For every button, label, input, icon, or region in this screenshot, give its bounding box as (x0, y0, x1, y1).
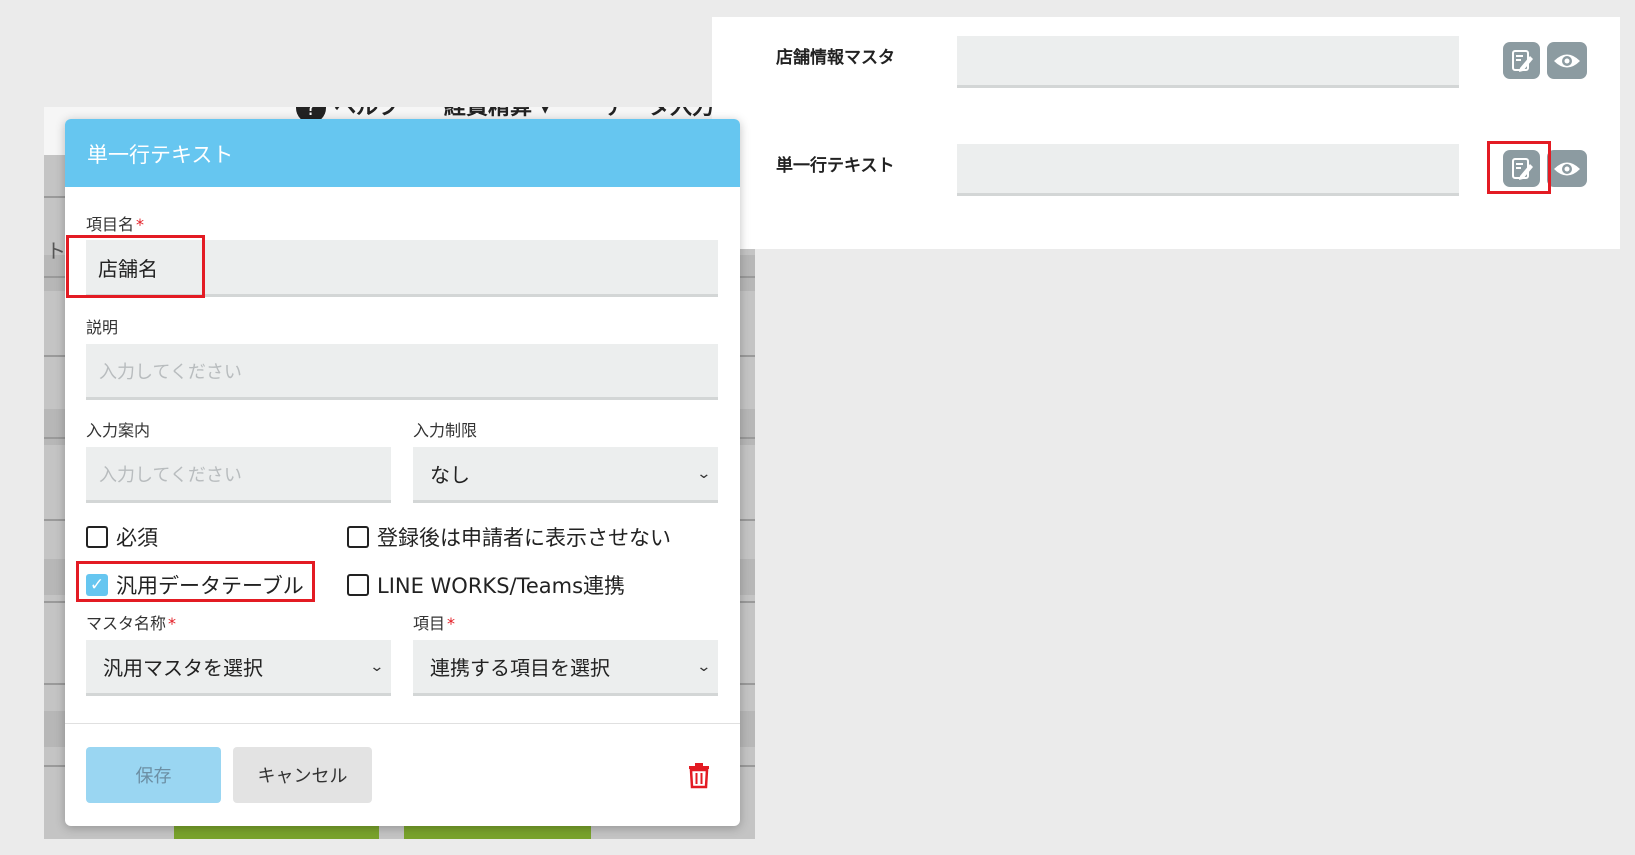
edit-icon (1511, 49, 1533, 72)
required-mark: * (168, 614, 177, 633)
master-name-label: マスタ名称 * (86, 614, 177, 633)
required-mark: * (136, 215, 145, 234)
eye-icon (1554, 162, 1580, 175)
description-placeholder: 入力してください (99, 361, 242, 383)
hide-from-applicant-checkbox[interactable]: 登録後は申請者に表示させない (347, 522, 671, 552)
checkbox-box[interactable] (347, 574, 369, 596)
check-icon[interactable]: ✓ (86, 574, 108, 596)
input-limit-value: なし (430, 463, 470, 487)
field-list-panel: 店舗情報マスタ 単一行テキスト (712, 17, 1620, 249)
cancel-button[interactable]: キャンセル (233, 747, 372, 803)
required-checkbox[interactable]: 必須 (86, 522, 158, 552)
item-name-value: 店舗名 (98, 256, 158, 281)
input-guide-input[interactable]: 入力してください (86, 447, 391, 503)
delete-button[interactable] (687, 761, 711, 793)
field-row-preview (957, 144, 1459, 196)
save-button[interactable]: 保存 (86, 747, 221, 803)
item-name-input[interactable]: 店舗名 (86, 240, 718, 297)
field-row-single-line-text: 単一行テキスト (712, 125, 1620, 196)
input-limit-select[interactable]: なし ⌄ (413, 447, 718, 503)
master-name-select[interactable]: 汎用マスタを選択 ⌄ (86, 640, 391, 696)
line-works-teams-checkbox[interactable]: LINE WORKS/Teams連携 (347, 570, 625, 600)
preview-button[interactable] (1547, 42, 1587, 79)
dialog-header: 単一行テキスト (65, 119, 740, 187)
checkbox-box[interactable] (347, 526, 369, 548)
required-checkbox-label: 必須 (116, 526, 158, 550)
input-guide-label: 入力案内 (86, 421, 151, 440)
description-label: 説明 (86, 318, 119, 337)
field-settings-dialog: 単一行テキスト 項目名 * 店舗名 説明 入力してください 入力案内 入力してくだ… (65, 119, 740, 826)
item-label: 項目 * (413, 614, 456, 633)
line-works-teams-label: LINE WORKS/Teams連携 (377, 574, 626, 598)
general-data-table-checkbox[interactable]: ✓ 汎用データテーブル (86, 570, 304, 600)
required-mark: * (447, 614, 456, 633)
item-name-label: 項目名 * (86, 215, 145, 234)
field-row-label: 単一行テキスト (776, 156, 895, 176)
input-limit-label: 入力制限 (413, 421, 478, 440)
field-row-store-master: 店舗情報マスタ (712, 17, 1620, 88)
chevron-down-icon: ⌄ (696, 465, 712, 482)
item-select[interactable]: 連携する項目を選択 ⌄ (413, 640, 718, 696)
item-value: 連携する項目を選択 (430, 656, 610, 680)
input-guide-placeholder: 入力してください (99, 464, 242, 486)
dialog-title: 単一行テキスト (87, 143, 234, 167)
footer-divider (65, 723, 740, 724)
preview-button[interactable] (1547, 150, 1587, 187)
field-row-label: 店舗情報マスタ (776, 48, 895, 68)
chevron-down-icon: ⌄ (369, 658, 385, 675)
checkbox-box[interactable] (86, 526, 108, 548)
chevron-down-icon: ⌄ (696, 658, 712, 675)
edit-button[interactable] (1503, 42, 1540, 79)
trash-icon (689, 763, 709, 789)
edit-button[interactable] (1503, 150, 1540, 187)
edit-icon (1511, 157, 1533, 180)
eye-icon (1554, 54, 1580, 67)
master-name-value: 汎用マスタを選択 (103, 656, 263, 680)
hide-from-applicant-label: 登録後は申請者に表示させない (377, 526, 671, 550)
background-side-char: ト (46, 239, 66, 263)
description-input[interactable]: 入力してください (86, 344, 718, 400)
field-row-preview (957, 36, 1459, 88)
general-data-table-label: 汎用データテーブル (116, 574, 304, 598)
